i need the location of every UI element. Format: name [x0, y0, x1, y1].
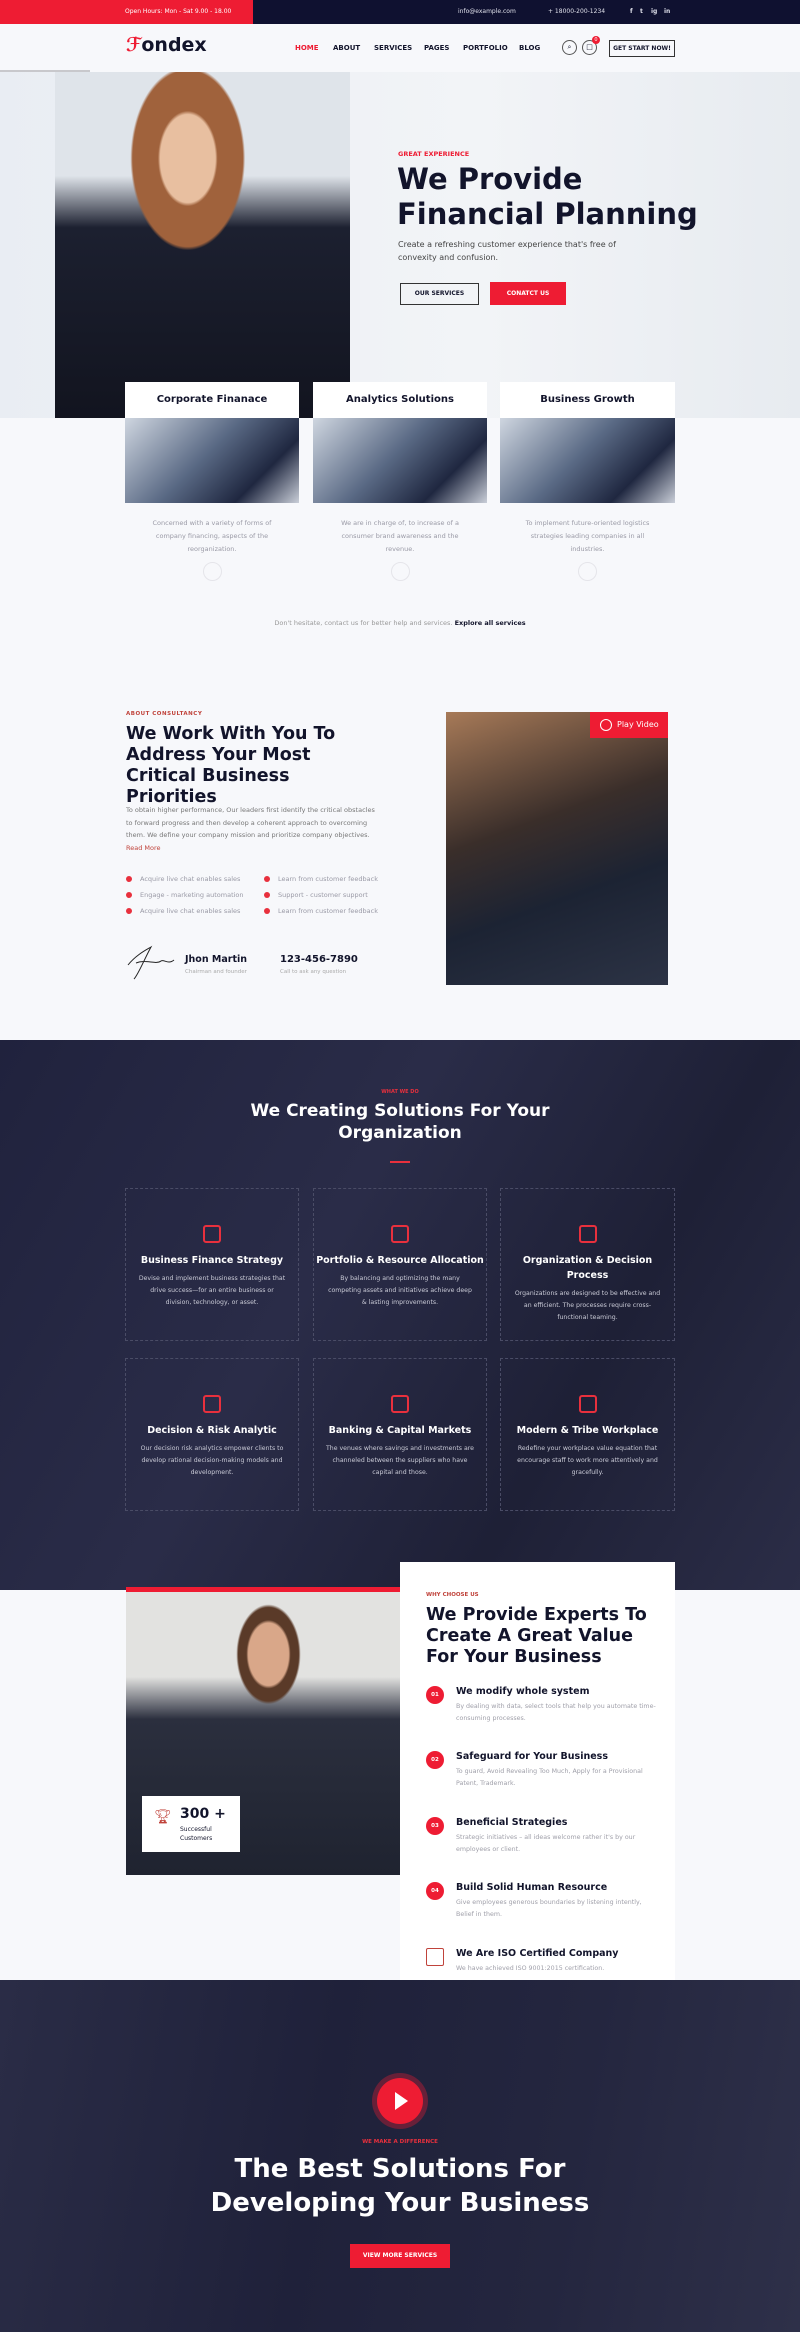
- card-image: [500, 418, 675, 503]
- get-start-button[interactable]: GET START NOW!: [609, 40, 675, 57]
- why-title: We Provide Experts To Create A Great Val…: [426, 1605, 647, 1667]
- list-item: Acquire live chat enables sales: [126, 875, 240, 883]
- counter-label: Successful Customers: [180, 1826, 213, 1842]
- workplace-icon: [578, 1395, 597, 1413]
- counter-value: 300 +: [180, 1806, 226, 1822]
- phone-note: Call to ask any question: [280, 969, 347, 975]
- email-link[interactable]: info@example.com: [458, 8, 516, 15]
- read-more-link[interactable]: Read More: [126, 844, 161, 852]
- founder-name: Jhon Martin: [185, 954, 248, 965]
- why-eyebrow: WHY CHOOSE US: [426, 1592, 479, 1598]
- solution-box: Modern & Tribe Workplace Redefine your wo…: [500, 1358, 675, 1511]
- card-desc: We are in charge of, to increase of a co…: [341, 519, 459, 553]
- play-icon: [600, 719, 612, 731]
- twitter-icon[interactable]: t: [640, 8, 643, 15]
- nav-home[interactable]: HOME: [295, 44, 319, 52]
- counter-box: 🏆︎ 300 + Successful Customers: [142, 1796, 240, 1852]
- play-button[interactable]: [377, 2078, 423, 2124]
- portfolio-icon: [391, 1225, 409, 1243]
- list-item: Learn from customer feedback: [264, 875, 378, 883]
- solution-box: Business Finance Strategy Devise and impl…: [125, 1188, 299, 1341]
- explore-link[interactable]: Explore all services: [455, 619, 526, 627]
- solution-box: Organization & Decision Process Organizat…: [500, 1188, 675, 1341]
- why-card: WHY CHOOSE US We Provide Experts To Crea…: [400, 1562, 675, 2010]
- step-item: 04 Build Solid Human Resource Give employe…: [426, 1882, 666, 1932]
- step-item: 01 We modify whole system By dealing with …: [426, 1686, 666, 1736]
- about-title: We Work With You To Address Your Most Cr…: [126, 724, 336, 807]
- list-item: Engage - marketing automation: [126, 891, 244, 899]
- finance-icon: [203, 1225, 221, 1243]
- list-item: Acquire live chat enables sales: [126, 907, 240, 915]
- cta-eyebrow: WE MAKE A DIFFERENCE: [362, 2139, 438, 2145]
- facebook-icon[interactable]: f: [630, 8, 633, 15]
- signature: [127, 945, 175, 980]
- card-title: Corporate Finanace: [125, 382, 299, 418]
- view-more-services-button[interactable]: VIEW MORE SERVICES: [350, 2244, 450, 2268]
- contact-button[interactable]: CONATCT US: [490, 282, 566, 305]
- arrow-icon[interactable]: [390, 562, 410, 581]
- solution-box: Portfolio & Resource Allocation By balanc…: [313, 1188, 487, 1341]
- card-image: [313, 418, 487, 503]
- risk-icon: [203, 1395, 221, 1413]
- hero-subtitle: Create a refreshing customer experience …: [398, 240, 616, 262]
- cart-badge: 0: [592, 36, 600, 44]
- about-paragraph: To obtain higher performance, Our leader…: [126, 806, 375, 852]
- header: ℱondex HOME ABOUT SERVICES PAGES PORTFOL…: [0, 24, 800, 72]
- service-card[interactable]: Corporate Finanace Concerned with a vari…: [125, 382, 299, 587]
- list-item: Learn from customer feedback: [264, 907, 378, 915]
- founder-role: Chairman and founder: [185, 969, 247, 975]
- services-footer: Don't hesitate, contact us for better he…: [274, 619, 526, 627]
- linkedin-icon[interactable]: in: [664, 8, 670, 15]
- organization-icon: [578, 1225, 597, 1243]
- nav-pages[interactable]: PAGES: [424, 44, 449, 52]
- certificate-icon: [426, 1948, 444, 1966]
- trophy-icon: 🏆︎: [154, 1809, 172, 1825]
- instagram-icon[interactable]: ig: [651, 8, 657, 15]
- wwd-title: We Creating Solutions For Your Organizat…: [250, 1101, 550, 1143]
- search-icon[interactable]: ⌕: [562, 40, 577, 55]
- nav-about[interactable]: ABOUT: [333, 44, 360, 52]
- card-desc: To implement future-oriented logistics s…: [525, 519, 650, 553]
- logo[interactable]: ℱondex: [126, 34, 207, 56]
- about-eyebrow: ABOUT CONSULTANCY: [126, 711, 203, 717]
- step-item: 03 Beneficial Strategies Strategic initiat…: [426, 1817, 666, 1867]
- arrow-icon[interactable]: [202, 562, 222, 581]
- top-bar: Open Hours: Mon - Sat 9.00 - 18.00 info@…: [0, 0, 800, 24]
- cta-title: The Best Solutions For Developing Your Bu…: [210, 2154, 590, 2218]
- card-image: [125, 418, 299, 503]
- title-underline: [390, 1161, 410, 1163]
- hero-title: We Provide Financial Planning: [397, 162, 698, 231]
- banking-icon: [391, 1395, 409, 1413]
- list-item: Support - customer support: [264, 891, 368, 899]
- service-card[interactable]: Business Growth To implement future-orie…: [500, 382, 675, 587]
- arrow-icon[interactable]: [578, 562, 597, 581]
- nav-blog[interactable]: BLOG: [519, 44, 540, 52]
- nav-services[interactable]: SERVICES: [374, 44, 412, 52]
- play-icon: [395, 2092, 408, 2110]
- phone-number[interactable]: 123-456-7890: [280, 954, 358, 965]
- nav-portfolio[interactable]: PORTFOLIO: [463, 44, 508, 52]
- card-title: Analytics Solutions: [313, 382, 487, 418]
- about-image: [446, 712, 668, 985]
- phone-link[interactable]: + 18000-200-1234: [548, 8, 605, 15]
- step-item: 02 Safeguard for Your Business To guard, A…: [426, 1751, 666, 1801]
- solution-box: Decision & Risk Analytic Our decision ris…: [125, 1358, 299, 1511]
- solution-box: Banking & Capital Markets The venues wher…: [313, 1358, 487, 1511]
- service-card[interactable]: Analytics Solutions We are in charge of,…: [313, 382, 487, 587]
- hero-eyebrow: GREAT EXPERIENCE: [398, 150, 470, 158]
- play-video-button[interactable]: Play Video: [590, 712, 668, 738]
- card-desc: Concerned with a variety of forms of com…: [152, 519, 272, 553]
- card-title: Business Growth: [500, 382, 675, 418]
- hero-image: [55, 72, 350, 418]
- our-services-button[interactable]: OUR SERVICES: [400, 283, 479, 305]
- wwd-eyebrow: WHAT WE DO: [381, 1089, 419, 1095]
- open-hours: Open Hours: Mon - Sat 9.00 - 18.00: [125, 8, 232, 15]
